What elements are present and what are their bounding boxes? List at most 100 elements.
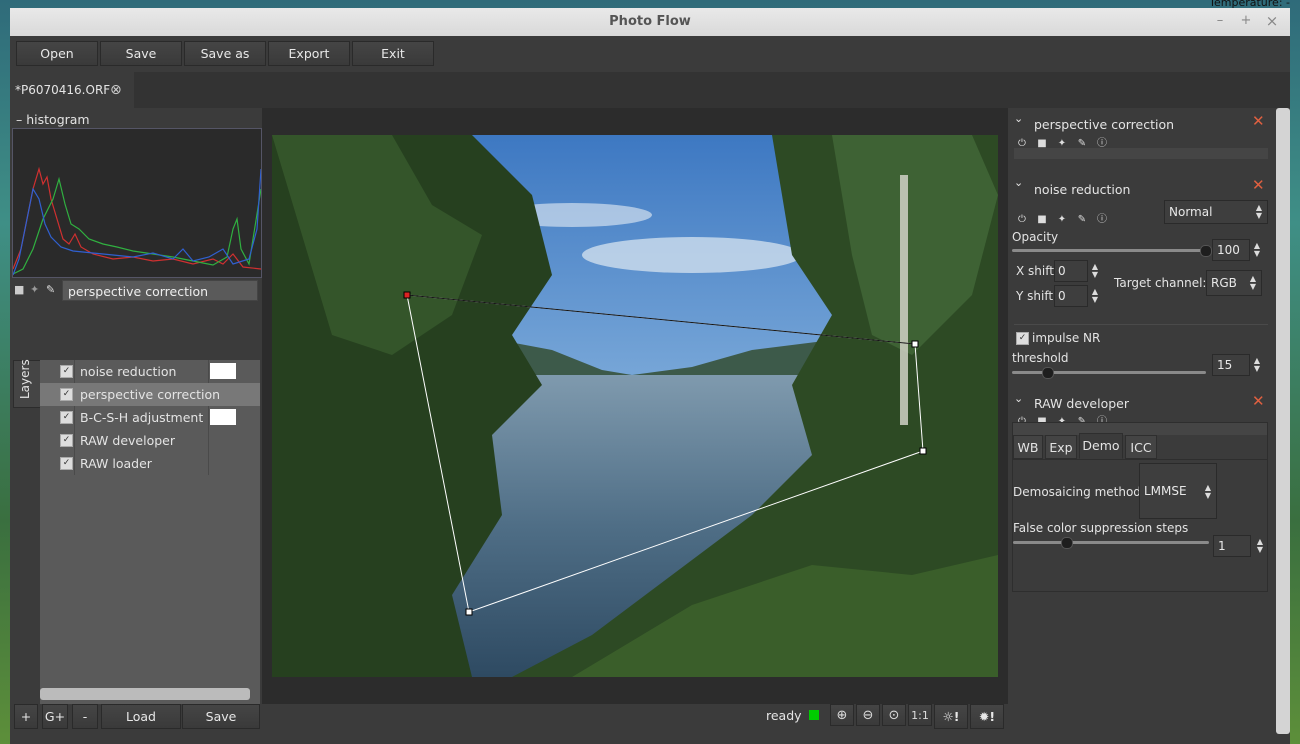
save-button[interactable]: Save xyxy=(100,41,182,66)
exit-button[interactable]: Exit xyxy=(352,41,434,66)
image-tab[interactable]: *P6070416.ORF ⊗ xyxy=(10,72,134,108)
tab-wb[interactable]: WB xyxy=(1013,435,1043,459)
opacity-value-field[interactable]: 100 xyxy=(1212,239,1250,261)
layer-list-scrollbar[interactable] xyxy=(40,688,250,700)
layer-visibility-checkbox[interactable]: ✓ xyxy=(60,411,73,424)
histogram-plot xyxy=(12,128,262,278)
tab-close-icon[interactable]: ⊗ xyxy=(110,82,122,98)
perspective-overlay[interactable] xyxy=(272,135,998,677)
layer-visibility-checkbox[interactable]: ✓ xyxy=(60,457,73,470)
layer-visibility-checkbox[interactable]: ✓ xyxy=(60,365,73,378)
opacity-slider-knob[interactable] xyxy=(1200,245,1212,257)
histogram-header[interactable]: – histogram xyxy=(16,112,90,127)
perspective-handle-top-left[interactable] xyxy=(403,291,411,299)
false-color-slider-knob[interactable] xyxy=(1061,537,1073,549)
zoom-out-icon[interactable]: ⊖ xyxy=(856,704,880,726)
spin-arrows-icon[interactable]: ▲ ▼ xyxy=(1252,242,1262,258)
layer-row-bcsh-adjustment[interactable]: ✓ B-C-S-H adjustment xyxy=(40,406,260,429)
minimize-button[interactable]: – xyxy=(1212,13,1228,29)
layer-row-raw-developer[interactable]: ✓ RAW developer xyxy=(40,429,260,452)
spin-arrows-icon[interactable]: ▲ ▼ xyxy=(1252,357,1262,373)
histogram-curves xyxy=(12,166,262,276)
tab-exp[interactable]: Exp xyxy=(1045,435,1077,459)
remove-layer-button[interactable]: - xyxy=(72,704,98,729)
perspective-handle-bottom-right[interactable] xyxy=(919,447,927,455)
remove-section-icon[interactable]: ✕ xyxy=(1252,176,1265,194)
mask-icon[interactable]: ■ xyxy=(1034,214,1050,225)
tab-icc[interactable]: ICC xyxy=(1125,435,1157,459)
section-title: perspective correction xyxy=(1034,117,1175,132)
spin-arrows-icon[interactable]: ▲ ▼ xyxy=(1255,538,1265,554)
load-preset-button[interactable]: Load xyxy=(101,704,181,729)
section-title: RAW developer xyxy=(1034,396,1129,411)
left-panel: – histogram ■ ✦ ✎ perspective correction… xyxy=(10,108,262,704)
histogram-title: histogram xyxy=(26,112,90,127)
demosaic-label: Demosaicing method: xyxy=(1013,485,1145,499)
image-canvas-area[interactable] xyxy=(262,108,1008,704)
dropdown-arrows-icon: ▲ ▼ xyxy=(1249,274,1257,291)
save-preset-button[interactable]: Save xyxy=(182,704,260,729)
threshold-slider-knob[interactable] xyxy=(1042,367,1054,379)
title-bar[interactable]: Photo Flow – + × xyxy=(10,8,1290,36)
info-icon[interactable]: ⓘ xyxy=(1094,210,1110,225)
zoom-fit-icon[interactable]: ⊙ xyxy=(882,704,906,726)
remove-section-icon[interactable]: ✕ xyxy=(1252,392,1265,410)
expand-arrow-icon[interactable]: ⌄ xyxy=(1014,392,1023,405)
edit-pencil-icon[interactable]: ✎ xyxy=(1074,214,1090,225)
blend-mode-select[interactable]: Normal ▲ ▼ xyxy=(1164,200,1268,224)
noise-reduction-section: ⌄ noise reduction ✕ ⏻ ■ ✦ ✎ ⓘ Normal ▲ ▼ Opac… xyxy=(1010,172,1274,382)
threshold-value-field[interactable]: 15 xyxy=(1212,354,1250,376)
layer-row-raw-loader[interactable]: ✓ RAW loader xyxy=(40,452,260,475)
demosaic-select[interactable]: LMMSE ▲ ▼ xyxy=(1139,463,1217,519)
yshift-field[interactable]: 0 xyxy=(1054,285,1088,307)
add-group-button[interactable]: G+ xyxy=(42,704,68,729)
shadow-warning-button[interactable]: ✹! xyxy=(970,704,1004,729)
sun-icon: ☼ xyxy=(942,709,954,724)
xshift-field[interactable]: 0 xyxy=(1054,260,1088,282)
zoom-one-to-one-button[interactable]: 1:1 xyxy=(908,704,932,726)
pin-icon[interactable]: ✦ xyxy=(30,283,39,296)
remove-section-icon[interactable]: ✕ xyxy=(1252,112,1265,130)
impulse-nr-label: impulse NR xyxy=(1032,331,1101,345)
impulse-nr-checkbox[interactable]: ✓ xyxy=(1016,332,1029,345)
edit-pencil-icon[interactable]: ✎ xyxy=(46,283,55,296)
opacity-slider-track[interactable] xyxy=(1012,249,1206,252)
opacity-label: Opacity xyxy=(1012,230,1059,244)
expand-arrow-icon[interactable]: ⌄ xyxy=(1014,176,1023,189)
spin-arrows-icon[interactable]: ▲ ▼ xyxy=(1090,263,1100,279)
close-window-button[interactable]: × xyxy=(1264,13,1280,29)
photo-preview[interactable] xyxy=(272,135,998,677)
spin-arrows-icon[interactable]: ▲ ▼ xyxy=(1090,288,1100,304)
pin-icon[interactable]: ✦ xyxy=(1054,214,1070,225)
target-channel-select[interactable]: RGB ▲ ▼ xyxy=(1206,270,1262,296)
collapse-icon[interactable]: – xyxy=(16,112,22,127)
maximize-button[interactable]: + xyxy=(1238,13,1254,29)
save-as-button[interactable]: Save as xyxy=(184,41,266,66)
false-color-value-field[interactable]: 1 xyxy=(1213,535,1251,557)
expand-arrow-icon[interactable]: ⌄ xyxy=(1014,112,1023,125)
false-color-slider-track[interactable] xyxy=(1013,541,1209,544)
demosaic-value: LMMSE xyxy=(1144,484,1187,498)
layer-row-perspective-correction[interactable]: ✓ perspective correction xyxy=(40,383,260,406)
layer-mask-thumbnail[interactable] xyxy=(210,409,236,425)
visibility-icon[interactable]: ■ xyxy=(14,283,24,296)
highlight-warning-button[interactable]: ☼! xyxy=(934,704,968,729)
perspective-handle-bottom-left[interactable] xyxy=(465,608,473,616)
right-panel-scrollbar[interactable] xyxy=(1276,108,1290,734)
layer-row-noise-reduction[interactable]: ✓ noise reduction xyxy=(40,360,260,383)
layer-mask-thumbnail[interactable] xyxy=(210,363,236,379)
info-icon[interactable]: ⓘ xyxy=(1094,134,1110,149)
layers-side-tab[interactable]: Layers xyxy=(13,359,41,408)
export-button[interactable]: Export xyxy=(268,41,350,66)
layer-name-input[interactable]: perspective correction xyxy=(62,280,258,301)
target-channel-value: RGB xyxy=(1211,276,1237,290)
zoom-in-icon[interactable]: ⊕ xyxy=(830,704,854,726)
tab-demo[interactable]: Demo xyxy=(1079,433,1123,459)
section-body xyxy=(1014,148,1268,159)
power-icon[interactable]: ⏻ xyxy=(1014,214,1030,225)
perspective-handle-top-right[interactable] xyxy=(911,340,919,348)
layer-visibility-checkbox[interactable]: ✓ xyxy=(60,388,73,401)
open-button[interactable]: Open xyxy=(16,41,98,66)
layer-visibility-checkbox[interactable]: ✓ xyxy=(60,434,73,447)
add-layer-button[interactable]: + xyxy=(14,704,38,729)
